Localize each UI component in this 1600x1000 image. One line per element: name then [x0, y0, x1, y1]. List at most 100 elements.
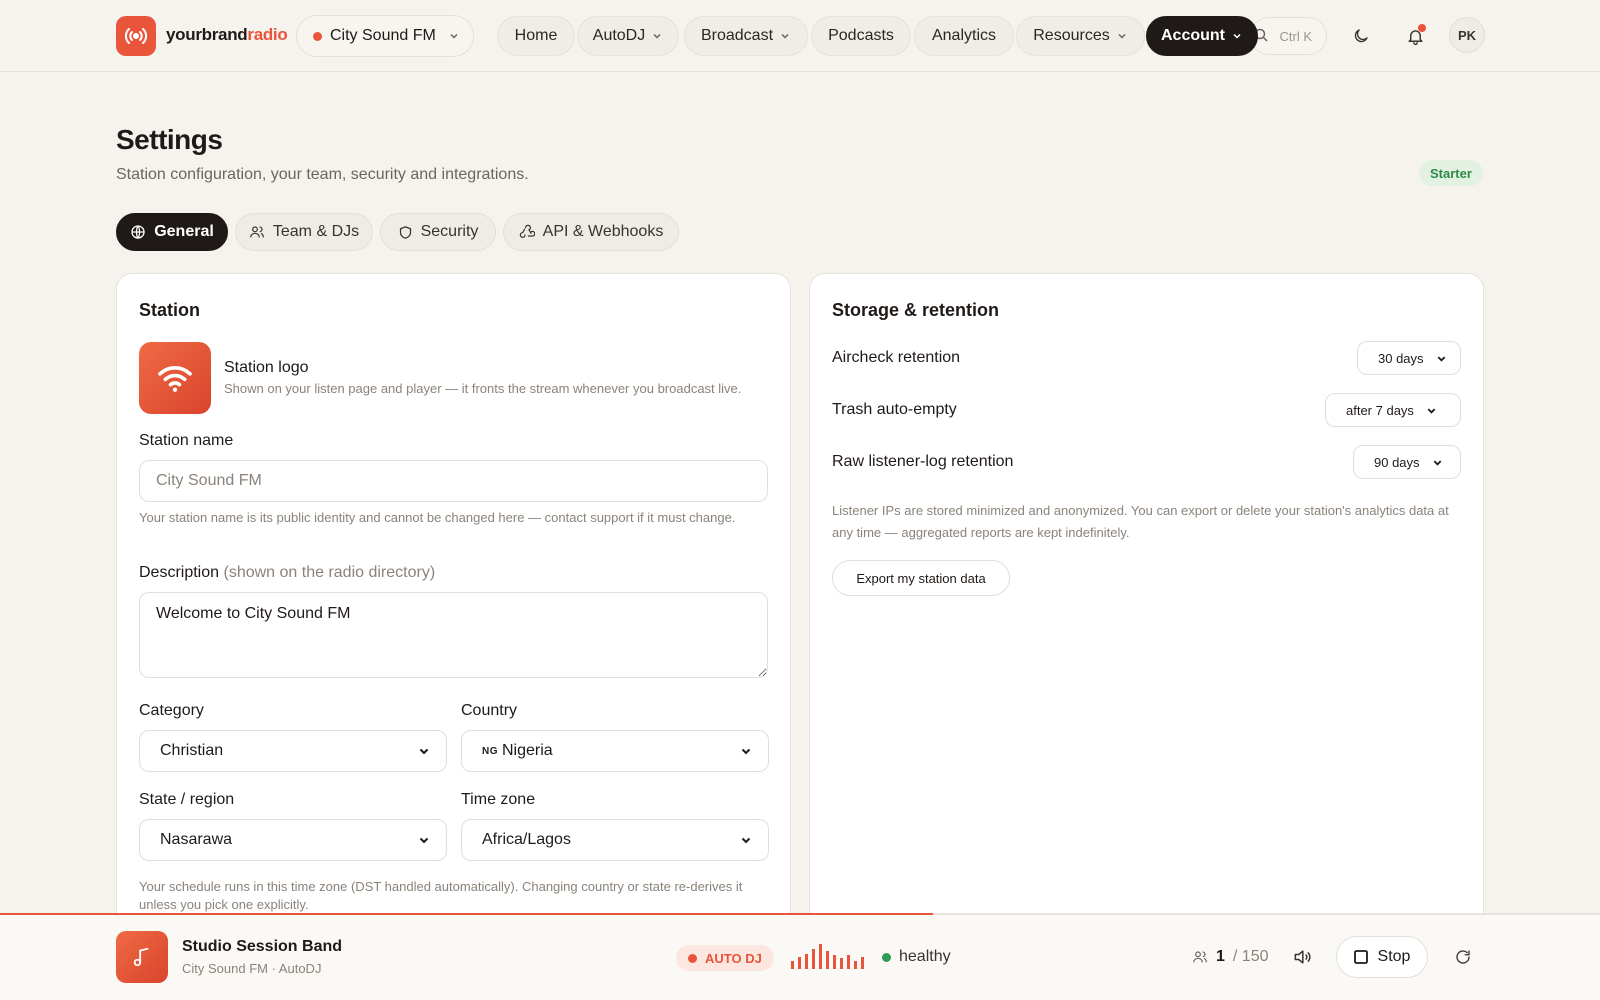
country-flag: NG	[482, 745, 498, 757]
stop-icon	[1353, 950, 1368, 964]
nav-analytics-label: Analytics	[931, 27, 997, 44]
station-logo-label: Station logo	[224, 359, 309, 376]
tab-security-label: Security	[420, 223, 479, 240]
tab-general[interactable]: General	[116, 213, 228, 251]
search-button[interactable]: Ctrl K	[1250, 17, 1327, 55]
music-note-icon	[133, 947, 149, 967]
category-select[interactable]: Christian	[139, 730, 447, 772]
timezone-select[interactable]: Africa/Lagos	[461, 819, 769, 861]
chevron-down-icon	[419, 837, 429, 844]
track-artwork	[116, 931, 168, 983]
nav-account-label: Account	[1161, 27, 1225, 44]
health-dot	[882, 952, 891, 962]
country-label: Country	[461, 702, 518, 719]
theme-toggle[interactable]	[1341, 16, 1381, 56]
trash-auto-empty-value: after 7 days	[1346, 402, 1414, 418]
user-avatar[interactable]: PK	[1449, 17, 1485, 53]
nav-home[interactable]: Home	[497, 16, 575, 56]
nav-podcasts-label: Podcasts	[828, 27, 894, 44]
chevron-down-icon	[1233, 33, 1241, 39]
tab-security[interactable]: Security	[380, 213, 496, 251]
nav-podcasts[interactable]: Podcasts	[811, 16, 911, 56]
shield-icon	[399, 225, 411, 239]
track-title: Studio Session Band	[182, 938, 343, 955]
export-data-label: Export my station data	[856, 570, 986, 586]
station-logo-help: Shown on your listen page and player — i…	[224, 381, 742, 396]
station-selector[interactable]: City Sound FM	[296, 15, 474, 57]
listeners-current: 1	[1216, 948, 1225, 965]
brand-name[interactable]: yourbrandradio	[166, 25, 288, 45]
trash-auto-empty-select[interactable]: after 7 days	[1325, 393, 1461, 427]
export-data-button[interactable]: Export my station data	[832, 560, 1010, 596]
notifications-button[interactable]	[1395, 16, 1435, 56]
storage-card: Storage & retention Aircheck retention 3…	[809, 273, 1484, 973]
refresh-button[interactable]	[1443, 937, 1483, 977]
stream-health: healthy	[882, 948, 951, 966]
station-logo-upload[interactable]	[139, 342, 211, 414]
nav-resources[interactable]: Resources	[1016, 16, 1145, 56]
station-name-input[interactable]	[139, 460, 768, 502]
stop-button[interactable]: Stop	[1336, 936, 1428, 978]
nav-autodj[interactable]: AutoDJ	[577, 16, 679, 56]
live-dot	[313, 31, 322, 41]
chevron-down-icon	[1118, 33, 1126, 39]
chevron-down-icon	[741, 837, 751, 844]
timezone-value: Africa/Lagos	[482, 831, 571, 848]
station-name-help: Your station name is its public identity…	[139, 510, 736, 525]
listener-log-retention-label: Raw listener-log retention	[832, 453, 1014, 470]
tab-team-djs-label: Team & DJs	[272, 223, 360, 240]
chevron-down-icon	[781, 33, 789, 39]
station-card: Station Station logo Shown on your liste…	[116, 273, 791, 973]
brand-name-part2: radio	[247, 25, 288, 44]
category-label: Category	[139, 702, 204, 719]
user-initials: PK	[1457, 27, 1477, 43]
users-icon	[249, 226, 264, 238]
chevron-down-icon	[1437, 355, 1445, 362]
trash-auto-empty-label: Trash auto-empty	[832, 401, 957, 418]
aircheck-retention-label: Aircheck retention	[832, 349, 961, 366]
state-select[interactable]: Nasarawa	[139, 819, 447, 861]
chevron-down-icon	[741, 748, 751, 755]
state-label: State / region	[139, 791, 235, 808]
state-value: Nasarawa	[160, 831, 233, 848]
nav-account[interactable]: Account	[1146, 16, 1258, 56]
tab-api-webhooks[interactable]: API & Webhooks	[503, 213, 679, 251]
brand-logo[interactable]	[116, 16, 156, 56]
chevron-down-icon	[450, 33, 458, 39]
autodj-badge: AUTO DJ	[676, 945, 774, 971]
description-hint: (shown on the radio directory)	[223, 564, 436, 581]
station-card-title: Station	[139, 300, 200, 320]
chevron-down-icon	[419, 748, 429, 755]
description-textarea[interactable]: Welcome to City Sound FM	[139, 592, 768, 678]
description-label-text: Description	[139, 564, 220, 581]
description-label: Description (shown on the radio director…	[139, 564, 435, 582]
audio-level-meter-icon	[791, 944, 864, 969]
page-subtitle: Station configuration, your team, securi…	[116, 166, 529, 183]
nav-broadcast[interactable]: Broadcast	[684, 16, 808, 56]
aircheck-retention-select[interactable]: 30 days	[1357, 341, 1461, 375]
tab-team-djs[interactable]: Team & DJs	[235, 213, 373, 251]
tab-api-webhooks-label: API & Webhooks	[542, 223, 664, 240]
plan-badge: Starter	[1419, 160, 1483, 186]
aircheck-retention-value: 30 days	[1378, 350, 1424, 366]
nav-analytics[interactable]: Analytics	[914, 16, 1014, 56]
player-bar: Studio Session Band City Sound FM · Auto…	[0, 915, 1600, 1000]
globe-icon	[131, 225, 145, 239]
volume-button[interactable]	[1282, 937, 1322, 977]
wifi-icon	[158, 366, 192, 392]
listeners-max: / 150	[1232, 948, 1269, 965]
country-select[interactable]: NG Nigeria	[461, 730, 769, 772]
notification-dot	[1418, 24, 1426, 32]
listener-log-retention-select[interactable]: 90 days	[1353, 445, 1461, 479]
autodj-dot	[688, 953, 697, 963]
nav-broadcast-label: Broadcast	[700, 27, 774, 44]
nav-autodj-label: AutoDJ	[592, 27, 646, 44]
webhook-icon	[519, 224, 535, 238]
listener-count: 1 / 150	[1192, 948, 1269, 966]
tab-general-label: General	[154, 223, 214, 240]
privacy-note: Listener IPs are stored minimized and an…	[832, 503, 1449, 540]
listener-log-retention-value: 90 days	[1374, 454, 1420, 470]
autodj-badge-label: AUTO DJ	[705, 950, 762, 966]
chevron-down-icon	[1427, 407, 1436, 414]
timezone-label: Time zone	[461, 791, 536, 808]
